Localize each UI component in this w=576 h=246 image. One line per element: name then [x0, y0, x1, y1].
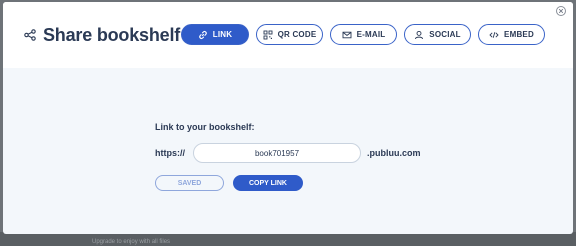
- link-row: https:// .publuu.com: [155, 143, 455, 163]
- modal-title: Share bookshelf: [43, 24, 181, 45]
- share-bookshelf-modal: Share bookshelf LINK QR CODE E-MAIL SOCI…: [3, 2, 573, 234]
- link-form-label: Link to your bookshelf:: [155, 122, 255, 132]
- background-page-text: Upgrade to enjoy with all files: [92, 239, 171, 245]
- link-suffix: .publuu.com: [367, 148, 421, 158]
- tab-email-label: E-MAIL: [356, 30, 386, 39]
- envelope-icon: [342, 31, 352, 38]
- link-prefix: https://: [155, 148, 185, 158]
- qr-code-icon: [263, 30, 273, 39]
- tab-embed[interactable]: EMBED: [478, 24, 545, 45]
- tab-social-label: SOCIAL: [429, 30, 461, 39]
- modal-title-group: Share bookshelf: [24, 24, 180, 46]
- link-form: Link to your bookshelf: https:// .publuu…: [155, 122, 421, 191]
- saved-button[interactable]: SAVED: [155, 175, 224, 191]
- close-icon: [558, 8, 564, 14]
- link-actions: SAVED COPY LINK: [155, 175, 355, 191]
- close-button[interactable]: [556, 6, 566, 16]
- background-page-strip: Upgrade to enjoy with all files: [0, 232, 576, 246]
- tab-social[interactable]: SOCIAL: [404, 24, 471, 45]
- code-icon: [489, 31, 499, 38]
- tab-email[interactable]: E-MAIL: [330, 24, 397, 45]
- share-tabs: LINK QR CODE E-MAIL SOCIAL EMBED: [181, 24, 545, 46]
- tab-qr-code[interactable]: QR CODE: [256, 24, 323, 45]
- link-icon: [199, 30, 207, 39]
- bookshelf-link-input[interactable]: [193, 143, 361, 163]
- user-icon: [415, 30, 424, 39]
- tab-link[interactable]: LINK: [181, 24, 249, 45]
- tab-qr-code-label: QR CODE: [277, 30, 317, 39]
- modal-header: Share bookshelf LINK QR CODE E-MAIL SOCI…: [3, 2, 573, 68]
- tab-embed-label: EMBED: [504, 30, 534, 39]
- tab-link-label: LINK: [212, 30, 233, 39]
- copy-link-button[interactable]: COPY LINK: [233, 175, 303, 191]
- share-icon: [24, 29, 36, 41]
